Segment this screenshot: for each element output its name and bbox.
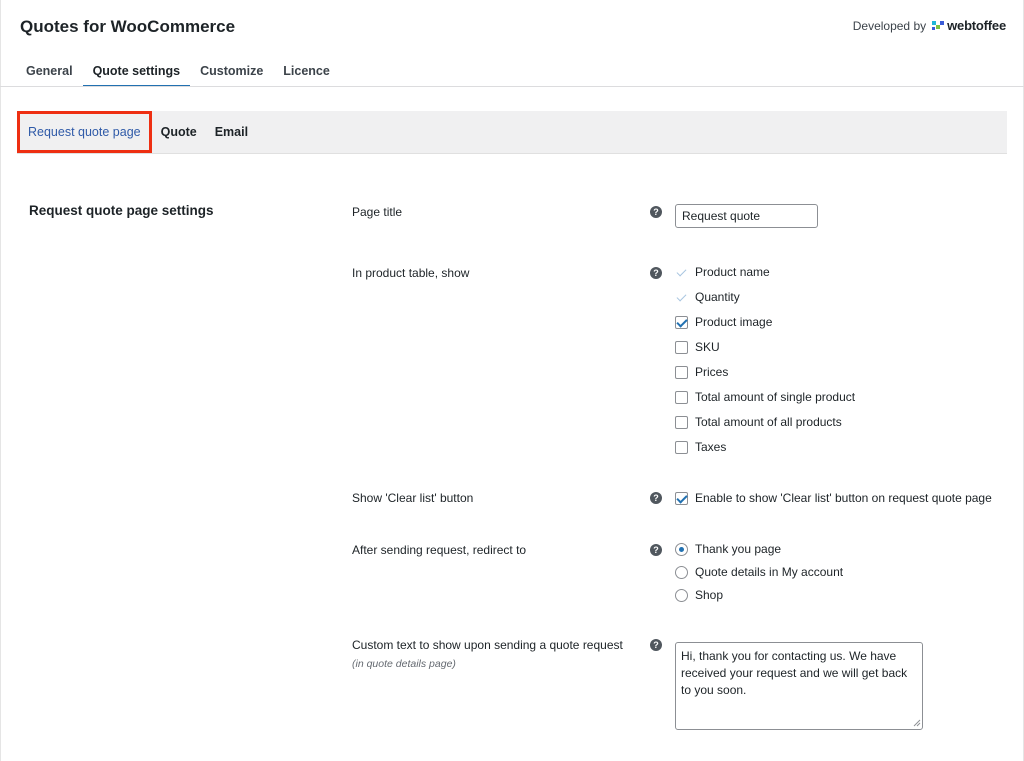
option-product-image[interactable]: Product image — [675, 315, 772, 329]
option-clear-list[interactable]: Enable to show 'Clear list' button on re… — [675, 491, 992, 505]
developed-by-label: Developed by — [852, 18, 927, 33]
option-label: Quantity — [695, 290, 740, 304]
option-sku[interactable]: SKU — [675, 340, 720, 354]
developer-credit: Developed by webtoffee — [853, 18, 1006, 33]
resize-grip-icon[interactable] — [913, 719, 921, 727]
option-label: Shop — [695, 588, 724, 602]
option-label: Product image — [695, 315, 773, 329]
thank-you-page-radio[interactable] — [675, 542, 688, 556]
tabs-divider — [0, 86, 1024, 87]
option-label: SKU — [695, 340, 720, 354]
option-shop[interactable]: Shop — [675, 588, 723, 602]
page-title-input[interactable] — [675, 204, 818, 228]
option-thank-you-page[interactable]: Thank you page — [675, 542, 781, 556]
option-label: Prices — [695, 365, 729, 379]
custom-text-sublabel: (in quote details page) — [352, 658, 456, 670]
page-title: Quotes for WooCommerce — [20, 17, 236, 36]
page-title-label: Page title — [352, 205, 403, 219]
option-prices[interactable]: Prices — [675, 365, 728, 379]
option-total-single[interactable]: Total amount of single product — [675, 390, 855, 404]
clear-list-checkbox[interactable] — [675, 491, 688, 505]
help-icon[interactable]: ? — [650, 639, 662, 651]
option-total-all[interactable]: Total amount of all products — [675, 415, 842, 429]
help-icon[interactable]: ? — [650, 492, 662, 504]
option-quote-details[interactable]: Quote details in My account — [675, 565, 843, 579]
option-taxes[interactable]: Taxes — [675, 440, 726, 454]
option-label: Enable to show 'Clear list' button on re… — [695, 491, 992, 505]
option-label: Thank you page — [695, 542, 782, 556]
option-product-name[interactable]: Product name — [675, 265, 770, 279]
total-single-checkbox[interactable] — [675, 390, 688, 404]
option-label: Total amount of all products — [695, 415, 842, 429]
product-table-label: In product table, show — [352, 266, 470, 280]
tab-general[interactable]: General — [16, 56, 83, 87]
help-icon[interactable]: ? — [650, 544, 662, 556]
main-tabs: General Quote settings Customize Licence — [16, 56, 340, 87]
subtab-request-quote-page[interactable]: Request quote page — [17, 111, 152, 153]
taxes-checkbox[interactable] — [675, 440, 688, 454]
webtoffee-logo[interactable]: webtoffee — [932, 18, 1006, 33]
tab-licence[interactable]: Licence — [273, 56, 340, 87]
product-image-checkbox[interactable] — [675, 315, 688, 329]
tab-customize[interactable]: Customize — [190, 56, 273, 87]
quote-details-radio[interactable] — [675, 565, 688, 579]
custom-text-textarea[interactable]: Hi, thank you for contacting us. We have… — [675, 642, 923, 730]
redirect-label: After sending request, redirect to — [352, 543, 527, 557]
option-label: Taxes — [695, 440, 727, 454]
option-label: Total amount of single product — [695, 390, 856, 404]
custom-text-label: Custom text to show upon sending a quote… — [352, 638, 623, 670]
section-title: Request quote page settings — [29, 203, 214, 218]
total-all-checkbox[interactable] — [675, 415, 688, 429]
quantity-checkbox[interactable] — [675, 291, 688, 304]
sku-checkbox[interactable] — [675, 340, 688, 354]
help-icon[interactable]: ? — [650, 206, 662, 218]
brand-name: webtoffee — [947, 18, 1006, 33]
shop-radio[interactable] — [675, 588, 688, 602]
option-label: Quote details in My account — [695, 565, 844, 579]
webtoffee-logo-icon — [932, 20, 945, 31]
tab-quote-settings[interactable]: Quote settings — [82, 56, 191, 87]
product-name-checkbox[interactable] — [675, 266, 688, 279]
help-icon[interactable]: ? — [650, 267, 662, 279]
subtab-quote[interactable]: Quote — [152, 112, 206, 152]
option-label: Product name — [695, 265, 770, 279]
custom-text-label-text: Custom text to show upon sending a quote… — [352, 638, 623, 652]
clear-list-label: Show 'Clear list' button — [352, 491, 474, 505]
subtab-email[interactable]: Email — [206, 112, 257, 152]
sub-tabs-bar: Request quote page Quote Email — [17, 111, 1007, 154]
option-quantity[interactable]: Quantity — [675, 290, 740, 304]
prices-checkbox[interactable] — [675, 365, 688, 379]
